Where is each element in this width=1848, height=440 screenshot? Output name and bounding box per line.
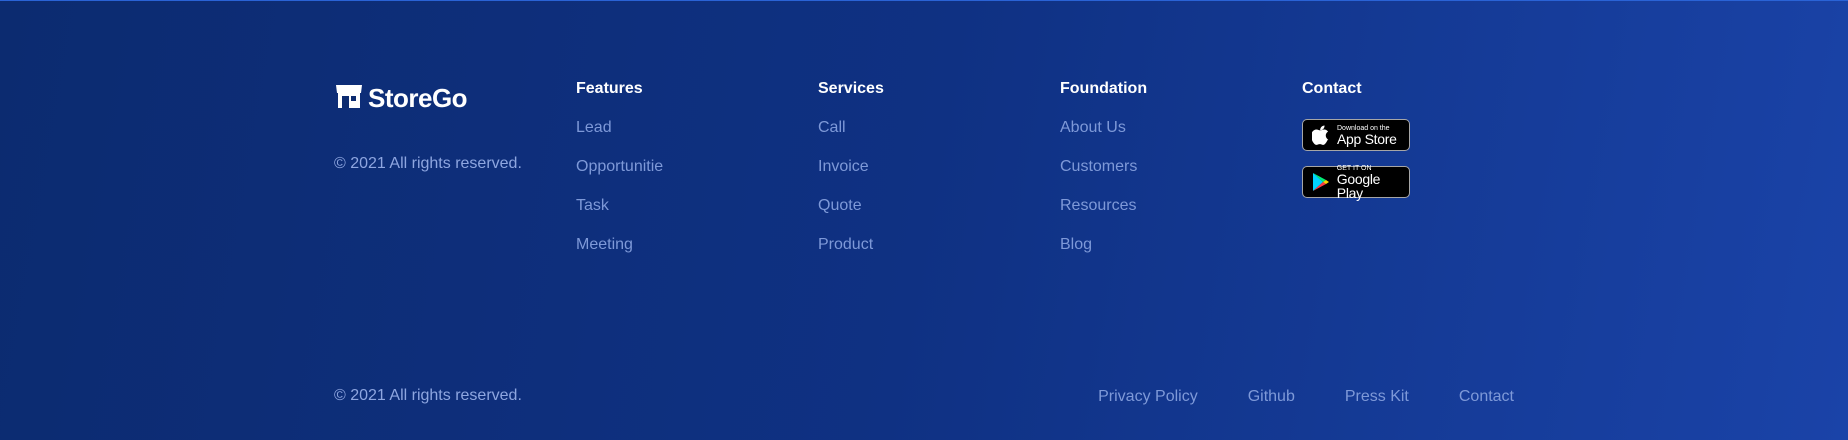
footer-column-features: Features Lead Opportunitie Task Meeting — [576, 80, 663, 274]
footer-link-call[interactable]: Call — [818, 118, 884, 157]
copyright-bottom: © 2021 All rights reserved. — [334, 387, 522, 404]
column-title: Features — [576, 80, 643, 97]
footer-link-opportunitie[interactable]: Opportunitie — [576, 157, 663, 196]
apple-icon — [1311, 124, 1331, 146]
column-title: Foundation — [1060, 80, 1148, 97]
footer-link-about-us[interactable]: About Us — [1060, 118, 1147, 157]
footer-link-task[interactable]: Task — [576, 196, 663, 235]
app-store-badge[interactable]: Download on the App Store — [1302, 119, 1410, 151]
copyright-text: © 2021 All rights reserved. — [334, 155, 522, 172]
top-border — [0, 0, 1848, 1]
column-title: Services — [818, 80, 884, 97]
app-store-text: Download on the App Store — [1337, 125, 1397, 146]
column-title: Contact — [1302, 80, 1362, 97]
footer-column-contact: Contact — [1302, 80, 1362, 118]
footer-link-lead[interactable]: Lead — [576, 118, 663, 157]
footer-link-blog[interactable]: Blog — [1060, 235, 1147, 274]
google-play-icon — [1311, 171, 1331, 193]
brand-logo[interactable]: StoreGo — [334, 81, 468, 116]
footer-link-resources[interactable]: Resources — [1060, 196, 1147, 235]
press-kit-link[interactable]: Press Kit — [1345, 388, 1409, 406]
footer-link-customers[interactable]: Customers — [1060, 157, 1147, 196]
footer-column-services: Services Call Invoice Quote Product — [818, 80, 884, 274]
footer-link-invoice[interactable]: Invoice — [818, 157, 884, 196]
google-play-big: Google Play — [1336, 170, 1381, 201]
footer-link-meeting[interactable]: Meeting — [576, 235, 663, 274]
app-store-big: App Store — [1337, 130, 1397, 147]
bottom-nav: Privacy Policy Github Press Kit Contact — [1098, 388, 1514, 406]
brand-name: StoreGo — [368, 82, 468, 113]
footer-column-foundation: Foundation About Us Customers Resources … — [1060, 80, 1147, 274]
google-play-text: GET IT ON Google Play — [1337, 165, 1409, 200]
footer-link-product[interactable]: Product — [818, 235, 884, 274]
google-play-badge[interactable]: GET IT ON Google Play — [1302, 165, 1410, 200]
store-icon — [334, 81, 364, 116]
contact-link[interactable]: Contact — [1459, 388, 1514, 406]
github-link[interactable]: Github — [1248, 388, 1295, 406]
footer-link-quote[interactable]: Quote — [818, 196, 884, 235]
privacy-policy-link[interactable]: Privacy Policy — [1098, 388, 1198, 406]
